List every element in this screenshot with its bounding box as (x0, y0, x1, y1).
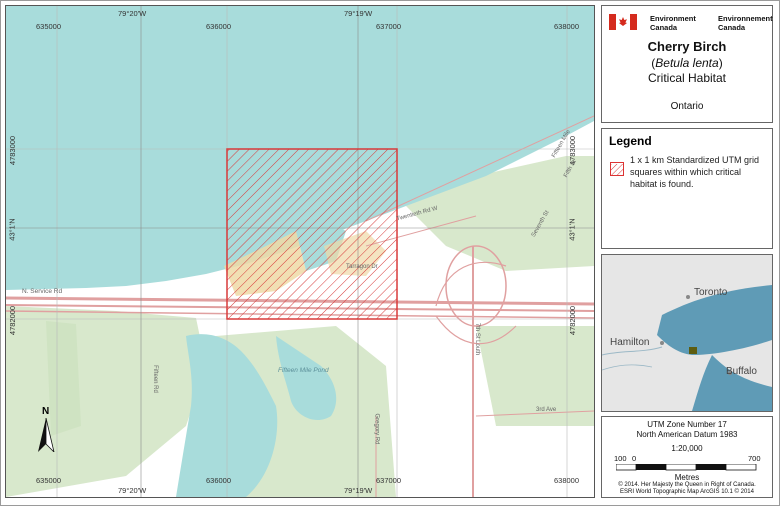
map-canvas (6, 6, 594, 497)
label-fifteen-rd: Fifteen Rd (151, 365, 158, 393)
lat-label-right: 43°1'N (567, 218, 577, 241)
label-fifteen-mile-pond: Fifteen Mile Pond (278, 367, 329, 374)
easting-top-3: 637000 (376, 22, 402, 31)
agency-fr-line1: Environnement (718, 14, 773, 23)
easting-top-2: 636000 (206, 22, 232, 31)
legend-heading: Legend (609, 134, 652, 148)
lon-label-top-2: 79°19'W (344, 9, 373, 18)
easting-bottom-2: 636000 (206, 476, 232, 485)
label-gregory-rd: Gregory Rd (373, 413, 380, 445)
scale-tick-0: 0 (632, 454, 637, 463)
inset-buffalo: Buffalo (726, 366, 757, 377)
province-label: Ontario (670, 101, 704, 112)
inset-map[interactable]: Toronto Hamilton Buffalo (601, 254, 773, 412)
title-panel: Environment Canada Environnement Canada … (601, 5, 773, 123)
easting-bottom-1: 635000 (36, 476, 62, 485)
label-7th-st-louth: 7th St Louth (474, 322, 481, 356)
species-latin-name: (Betula lenta) (602, 56, 772, 70)
inset-canvas (602, 255, 772, 411)
scale-tick-100: 100 (614, 454, 627, 463)
label-tarragon-dr: Tarragon Dr (346, 264, 378, 270)
northing-right-2: 4782000 (568, 305, 578, 336)
label-3rd-ave: 3rd Ave (536, 407, 557, 413)
lon-label-bottom-1: 79°20'W (118, 486, 147, 495)
copyright-line2: ESRI World Topographic Map ArcGIS 10.1 ©… (620, 489, 754, 495)
critical-habitat-square (226, 148, 398, 320)
agency-en-line2: Canada (650, 23, 678, 32)
lat-label-left: 43°1'N (7, 218, 17, 241)
northing-left-2: 4782000 (8, 305, 18, 336)
agency-fr-line2: Canada (718, 23, 746, 32)
main-map[interactable]: 79°20'W 79°19'W 635000 636000 637000 638… (5, 5, 595, 498)
datum: North American Datum 1983 (636, 430, 738, 439)
label-n-service-rd: N. Service Rd (22, 288, 63, 295)
inset-hamilton: Hamilton (610, 337, 650, 348)
legend-panel: Legend 1 x 1 km Standardized UTM grid sq… (601, 128, 773, 249)
easting-top-4: 638000 (554, 22, 580, 31)
scale-bar (616, 464, 757, 471)
copyright-line1: © 2014. Her Majesty the Queen in Right o… (618, 482, 756, 488)
scale-units: Metres (674, 473, 700, 482)
utm-zone: UTM Zone Number 17 (647, 420, 727, 429)
canada-flag-icon (609, 14, 637, 30)
north-arrow: N (36, 406, 56, 452)
species-common-name: Cherry Birch (647, 39, 727, 54)
scale-tick-700: 700 (748, 454, 761, 463)
lon-label-top-1: 79°20'W (118, 9, 147, 18)
agency-en-line1: Environment (650, 14, 696, 23)
inset-location-marker (689, 347, 697, 354)
latin-close-paren: ) (718, 56, 723, 70)
scale-ratio: 1:20,000 (671, 444, 703, 453)
easting-bottom-3: 637000 (376, 476, 402, 485)
easting-bottom-4: 638000 (554, 476, 580, 485)
agency-en: Environment Canada (650, 14, 696, 32)
north-arrow-icon (38, 418, 55, 452)
legend-hatch-symbol (610, 162, 624, 176)
agency-fr: Environnement Canada (718, 14, 773, 32)
easting-top-1: 635000 (36, 22, 62, 31)
northing-left-1: 4783000 (8, 135, 18, 166)
hatch-swatch (611, 164, 623, 176)
north-label: N (42, 406, 50, 417)
lon-label-bottom-2: 79°19'W (344, 486, 373, 495)
latin-name-text: Betula lenta (655, 56, 719, 70)
habitat-label: Critical Habitat (647, 71, 727, 85)
inset-toronto: Toronto (694, 287, 728, 298)
info-panel: UTM Zone Number 17 North American Datum … (601, 416, 773, 498)
legend-item-text: 1 x 1 km Standardized UTM grid squares w… (630, 155, 760, 189)
